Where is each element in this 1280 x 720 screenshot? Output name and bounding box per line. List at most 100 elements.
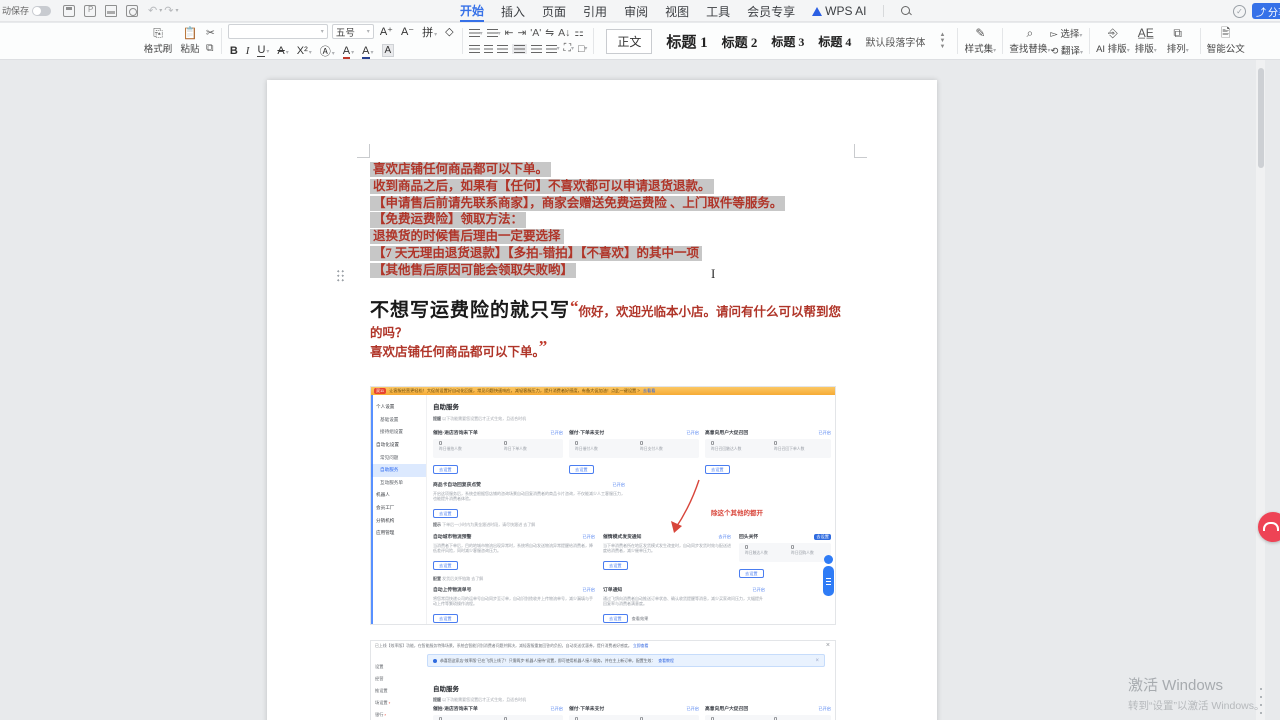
sidebar-item-app-management[interactable]: 应用管理 <box>371 527 426 540</box>
autosave-toggle[interactable] <box>32 6 51 16</box>
tab-home[interactable]: 开始 <box>460 0 484 22</box>
card-status-link[interactable]: 已开启 <box>686 706 699 712</box>
card-status-link[interactable]: 已开启 <box>550 706 563 712</box>
bullet-list-button[interactable]: ▾ <box>469 29 483 37</box>
setup-button[interactable]: 去设置 <box>603 614 628 623</box>
setup-button[interactable]: 去设置 <box>705 465 730 474</box>
document-page[interactable]: 喜欢店铺任何商品都可以下单。 收到商品之后，如果有【任何】不喜欢都可以申请退货退… <box>267 80 937 720</box>
service-card[interactable]: 订单通知已开启 通过飞鸽向消费者自动推送订单状态、确认收货提醒等消息，减少买家询… <box>603 586 765 625</box>
highlighted-line[interactable]: 【其他售后原因可能会领取失败哟】 <box>370 263 576 278</box>
print-preview-icon[interactable] <box>126 5 138 17</box>
sidebar-item-automation-settings[interactable]: 自动化设置 <box>371 439 426 452</box>
translate-button[interactable]: ⟲ 翻译▾ <box>1050 43 1083 57</box>
tab-view[interactable]: 视图 <box>665 0 689 22</box>
save-icon[interactable] <box>63 5 75 17</box>
red-line-2[interactable]: 喜欢店铺任何商品都可以下单。” <box>370 337 547 360</box>
clear-format-button[interactable]: ◇ <box>443 25 455 38</box>
highlighted-line[interactable]: 【7 天无理由退货退款】【多拍-错拍】【不喜欢】的其中一项 <box>370 246 702 261</box>
sidebar-item-basic-settings[interactable]: 基础设置 <box>371 414 426 427</box>
cut-button[interactable]: ✂ <box>206 27 215 39</box>
redo-dropdown-icon[interactable]: ▾ <box>175 7 178 14</box>
line-spacing-button[interactable]: ▾ <box>546 45 560 53</box>
setup-button[interactable]: 去设置 <box>433 614 458 623</box>
pinyin-guide-button[interactable]: 拼▾ <box>420 24 439 40</box>
numbered-list-button[interactable]: ▾ <box>487 29 501 37</box>
tab-member[interactable]: 会员专享 <box>747 0 795 22</box>
align-left-button[interactable] <box>469 45 480 53</box>
card-status-link[interactable]: 已开启 <box>686 430 699 436</box>
decrease-indent-button[interactable]: ⇤ <box>505 27 514 39</box>
undo-dropdown-icon[interactable]: ▾ <box>159 7 162 14</box>
card-status-link[interactable]: 已开启 <box>550 430 563 436</box>
setup-button[interactable]: 去设置 <box>603 561 628 570</box>
find-replace-button[interactable]: ⌕ 查找替换▾ <box>1009 27 1050 55</box>
tab-reference[interactable]: 引用 <box>583 0 607 22</box>
sidebar-item[interactable]: 银行* <box>371 709 427 720</box>
service-card[interactable]: 高意向用户大促召回已开启 0昨日召回触达人数 0昨日召回下单人数 去设置 <box>705 429 831 476</box>
service-card[interactable]: 催拍·进店咨询未下单已开启 0昨日催拍人数 0昨日下单人数 去设置 <box>433 429 563 476</box>
highlighted-line[interactable]: 【免费运费险】领取方法： <box>370 212 526 227</box>
highlighted-line[interactable]: 退换货的时候售后理由一定要选择 <box>370 229 564 244</box>
service-card[interactable]: 催情模式发货通知去开启 当下单消费者所在地区发货模式发生改变时，自动同步发货时效… <box>603 533 731 572</box>
card-status-link[interactable]: 已开启 <box>612 482 625 488</box>
tab-wps-ai[interactable]: WPS AI <box>812 0 866 22</box>
style-heading1[interactable]: 标题 1 <box>666 31 707 52</box>
embedded-screenshot-2[interactable]: 已上线【效率版】功能，在智能服务特殊场景，系统会智能识别消费者问题并解决，减轻客… <box>370 640 836 720</box>
layout-button[interactable]: A̲E̲ 排版▾ <box>1130 27 1162 55</box>
char-shading-button[interactable]: A <box>380 44 397 57</box>
sidebar-item-member-factory[interactable]: 会员工厂 <box>371 502 426 515</box>
highlight-color-button[interactable]: A▾ <box>341 45 356 57</box>
setup-button[interactable]: 去设置 <box>433 465 458 474</box>
heading-line[interactable]: 不想写运费险的就只写“你好，欢迎光临本小店。请问有什么可以帮到您的吗？ <box>370 295 850 342</box>
card-status-link[interactable]: 已开启 <box>752 587 765 593</box>
highlighted-line[interactable]: 喜欢店铺任何商品都可以下单。 <box>370 162 551 177</box>
paste-button[interactable]: 📋 粘贴 <box>174 27 206 55</box>
sidebar-item[interactable]: 场设置* <box>371 697 427 709</box>
show-marks-button[interactable]: ⚏ <box>574 27 583 39</box>
smart-doc-button[interactable]: 🖹 智能公文 <box>1207 27 1245 55</box>
setup-button[interactable]: 去设置 <box>433 509 458 518</box>
select-button[interactable]: ▻ 选择▾ <box>1050 26 1083 40</box>
export-pdf-icon[interactable] <box>84 5 96 17</box>
format-painter-button[interactable]: ⎘ 格式刷 <box>142 27 174 55</box>
redo-icon[interactable]: ↷ <box>164 4 173 17</box>
sidebar-item[interactable]: 设置 <box>371 661 427 673</box>
tab-page[interactable]: 页面 <box>542 0 566 22</box>
highlighted-line[interactable]: 【申请售后前请先联系商家】，商家会赠送免费运费险 、上门取件等服务。 <box>370 196 785 211</box>
strikethrough-button[interactable]: A▾ <box>275 45 290 57</box>
service-card[interactable]: 自动上传物流单号已开启 将您常用快递公司的运单号自动同步至订单，自动识别揽收并上… <box>433 586 595 625</box>
font-color-button[interactable]: A▾ <box>360 45 375 57</box>
promo-link[interactable]: 去看看 <box>643 388 656 394</box>
distribute-button[interactable] <box>531 45 542 53</box>
tab-tools[interactable]: 工具 <box>706 0 730 22</box>
card-status-link[interactable]: 已开启 <box>582 534 595 540</box>
service-card[interactable]: 催付·下单未支付已开启 0 0 <box>569 705 699 720</box>
undo-icon[interactable]: ↶ <box>148 4 157 17</box>
style-set-button[interactable]: ✎ 样式集▾ <box>964 27 996 55</box>
shading-button[interactable]: ⛶▾ <box>564 42 574 55</box>
styles-scroll-up-icon[interactable]: ▲ <box>939 33 945 38</box>
tab-review[interactable]: 审阅 <box>624 0 648 22</box>
print-icon[interactable] <box>105 5 117 17</box>
scrollbar-thumb[interactable] <box>1258 68 1264 168</box>
service-card[interactable]: 回头关怀去设置 0昨日触达人数 0昨日回购人数 去设置 <box>739 533 831 580</box>
search-icon[interactable] <box>901 6 912 17</box>
font-name-combo[interactable]: ▾ <box>228 24 328 39</box>
bold-button[interactable]: B <box>228 45 240 57</box>
sidebar-item-interactive-service[interactable]: 互动服务单 <box>371 477 426 490</box>
copy-button[interactable]: ⧉ <box>206 42 215 55</box>
sidebar-item-robot[interactable]: 机器人 <box>371 489 426 502</box>
align-center-button[interactable] <box>484 45 493 53</box>
help-floating-button[interactable] <box>1258 512 1280 542</box>
sort-button[interactable]: A↓ <box>558 27 570 39</box>
sidebar-item-reception-settings[interactable]: 接待组设置 <box>371 426 426 439</box>
embedded-screenshot-1[interactable]: 双11 让客服经营更轻松！大促前设置好自动化回复，常见问题快速响应，减轻客服压力… <box>370 386 836 625</box>
highlighted-paragraph[interactable]: 喜欢店铺任何商品都可以下单。 收到商品之后，如果有【任何】不喜欢都可以申请退货退… <box>370 162 785 278</box>
styles-more-icon[interactable]: ▼ <box>939 45 945 50</box>
style-heading3[interactable]: 标题 3 <box>771 33 804 50</box>
setup-button[interactable]: 去设置 <box>569 465 594 474</box>
ai-layout-button[interactable]: ⎆ AI 排版▾ <box>1096 27 1130 55</box>
superscript-button[interactable]: X²▾ <box>295 45 314 57</box>
setup-button[interactable]: 去设置 <box>433 561 458 570</box>
sidebar-item-faq[interactable]: 常见问题 <box>371 451 426 464</box>
